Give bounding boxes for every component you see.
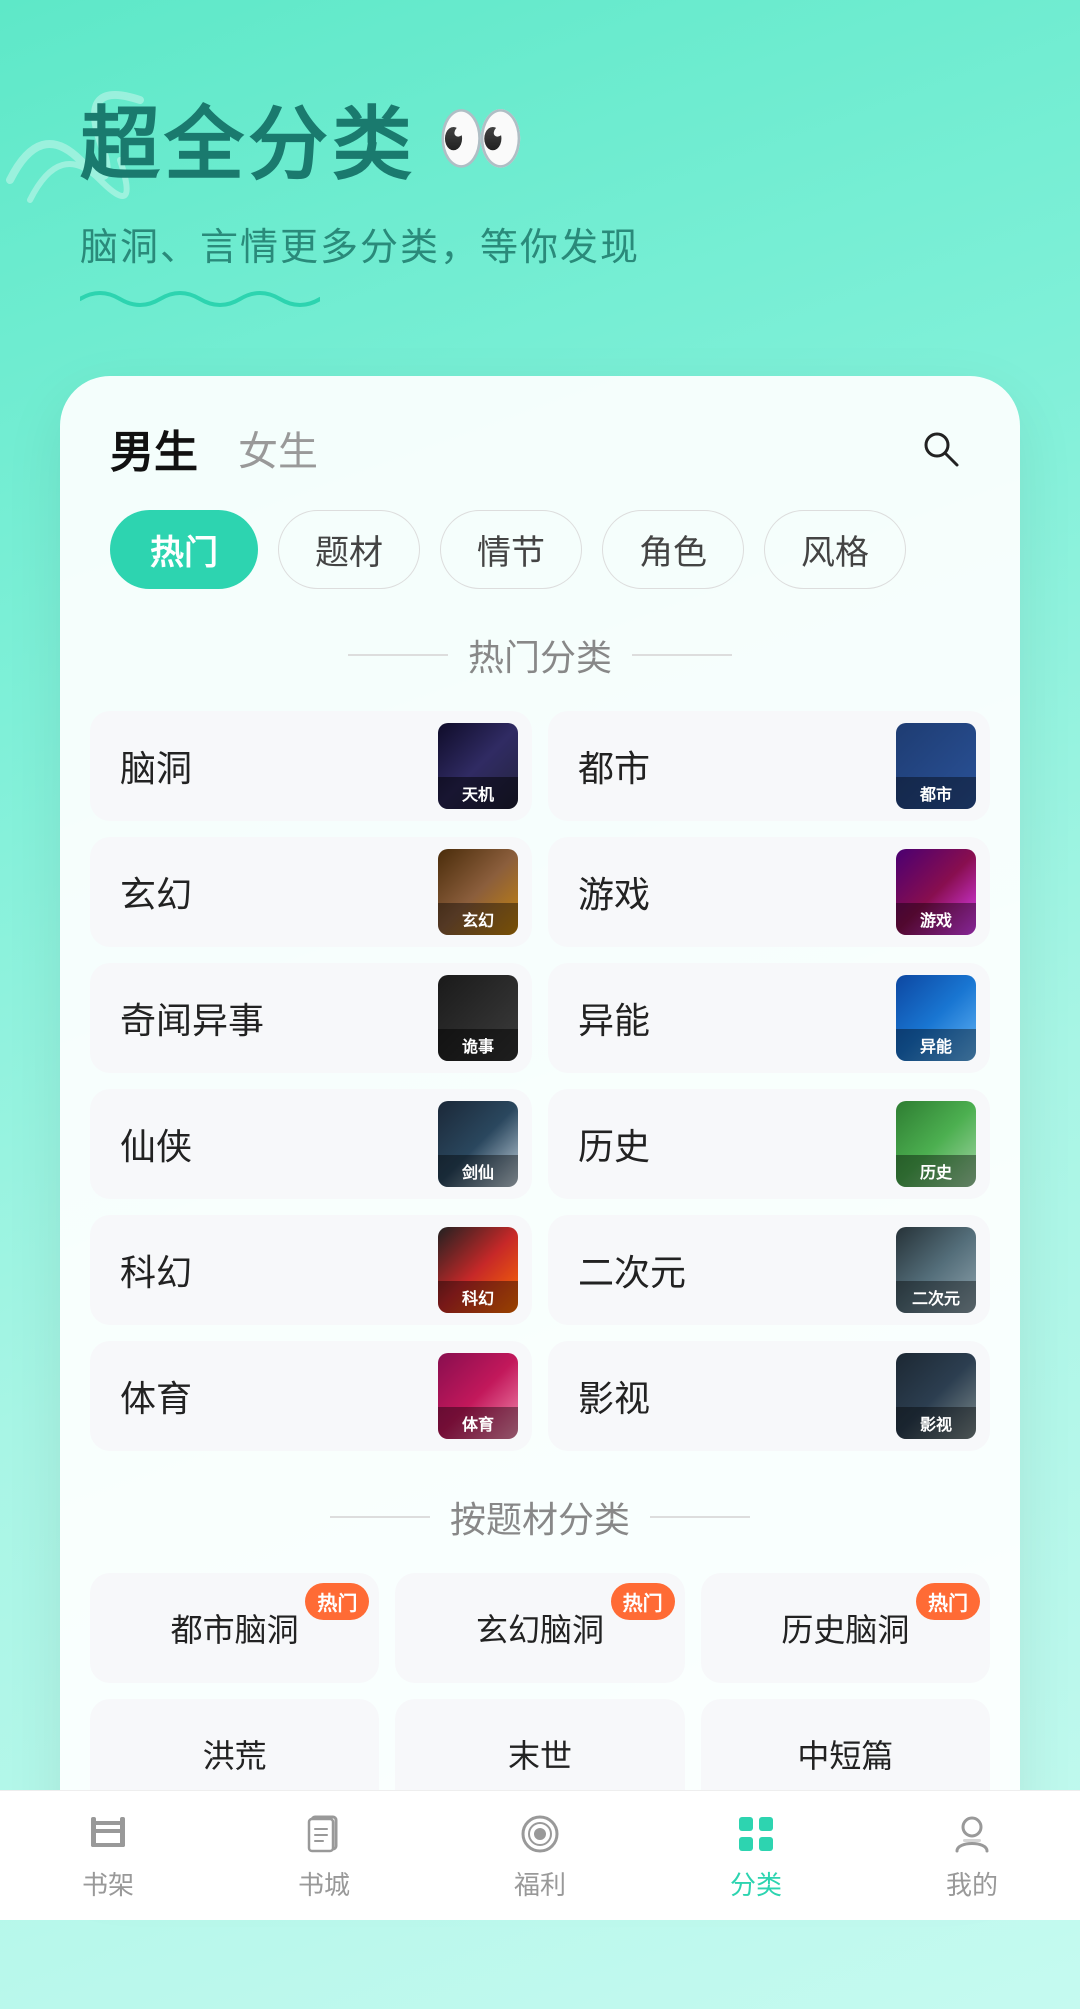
hot-badge-2: 热门 — [611, 1583, 675, 1620]
header-area: 超全分类 👀 脑洞、言情更多分类，等你发现 — [0, 0, 1080, 356]
profile-icon — [947, 1809, 997, 1859]
category-psychic[interactable]: 异能 异能 — [548, 963, 990, 1073]
subtitle-text: 脑洞、言情更多分类，等你发现 — [80, 216, 1020, 271]
nav-bookstore[interactable]: 书城 — [249, 1809, 399, 1902]
gender-tabs: 男生 女生 — [60, 416, 1020, 480]
filter-pills: 热门 题材 情节 角色 风格 — [60, 510, 1020, 589]
nav-category-label: 分类 — [730, 1865, 782, 1902]
category-icon — [731, 1809, 781, 1859]
pill-role[interactable]: 角色 — [602, 510, 744, 589]
nav-profile[interactable]: 我的 — [897, 1809, 1047, 1902]
category-anime[interactable]: 二次元 二次元 — [548, 1215, 990, 1325]
topic-fantasy-brain[interactable]: 热门 玄幻脑洞 — [395, 1573, 684, 1683]
hot-badge-3: 热门 — [916, 1583, 980, 1620]
hot-badge-1: 热门 — [305, 1583, 369, 1620]
category-scifi[interactable]: 科幻 科幻 — [90, 1215, 532, 1325]
nav-bookstore-label: 书城 — [298, 1865, 350, 1902]
pill-style[interactable]: 风格 — [764, 510, 906, 589]
hot-section-title: 热门分类 — [60, 629, 1020, 681]
nav-category[interactable]: 分类 — [681, 1809, 831, 1902]
category-game[interactable]: 游戏 游戏 — [548, 837, 990, 947]
nav-profile-label: 我的 — [946, 1865, 998, 1902]
category-brain[interactable]: 脑洞 天机 — [90, 711, 532, 821]
category-grid: 脑洞 天机 都市 都市 玄幻 — [60, 711, 1020, 1451]
title-text: 超全分类 — [80, 80, 416, 196]
category-sports[interactable]: 体育 体育 — [90, 1341, 532, 1451]
bookstore-icon — [299, 1809, 349, 1859]
main-card: 男生 女生 热门 题材 情节 角色 风格 热门分类 脑洞 天机 — [60, 376, 1020, 1859]
category-fantasy[interactable]: 玄幻 玄幻 — [90, 837, 532, 947]
eyes-decoration: 👀 — [436, 96, 530, 181]
wavy-decoration — [80, 287, 320, 311]
tab-male[interactable]: 男生 — [110, 416, 198, 480]
bottom-nav: 书架 书城 福利 — [0, 1790, 1080, 1920]
topic-grid: 热门 都市脑洞 热门 玄幻脑洞 热门 历史脑洞 洪荒 末世 中短篇 — [60, 1573, 1020, 1809]
bookshelf-icon — [83, 1809, 133, 1859]
nav-bookshelf[interactable]: 书架 — [33, 1809, 183, 1902]
page-title: 超全分类 👀 — [80, 80, 1020, 196]
category-mystery[interactable]: 奇闻异事 诡事 — [90, 963, 532, 1073]
category-history[interactable]: 历史 历史 — [548, 1089, 990, 1199]
category-media[interactable]: 影视 影视 — [548, 1341, 990, 1451]
search-button[interactable] — [910, 418, 970, 478]
nav-welfare[interactable]: 福利 — [465, 1809, 615, 1902]
category-city[interactable]: 都市 都市 — [548, 711, 990, 821]
topic-city-brain[interactable]: 热门 都市脑洞 — [90, 1573, 379, 1683]
welfare-icon — [515, 1809, 565, 1859]
pill-plot[interactable]: 情节 — [440, 510, 582, 589]
topic-section-title: 按题材分类 — [60, 1491, 1020, 1543]
pill-topic[interactable]: 题材 — [278, 510, 420, 589]
nav-bookshelf-label: 书架 — [82, 1865, 134, 1902]
tab-female[interactable]: 女生 — [238, 419, 318, 477]
category-xianxia[interactable]: 仙侠 剑仙 — [90, 1089, 532, 1199]
nav-welfare-label: 福利 — [514, 1865, 566, 1902]
pill-hot[interactable]: 热门 — [110, 510, 258, 589]
topic-history-brain[interactable]: 热门 历史脑洞 — [701, 1573, 990, 1683]
